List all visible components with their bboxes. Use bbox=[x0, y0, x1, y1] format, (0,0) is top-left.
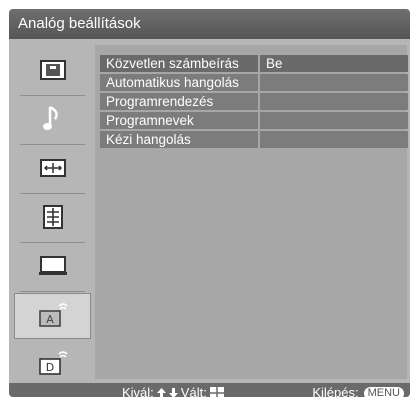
menu-row-value bbox=[260, 131, 408, 148]
menu-row-label: Automatikus hangolás bbox=[100, 74, 258, 91]
sidebar-item-digital[interactable]: D bbox=[14, 341, 91, 387]
list-icon bbox=[42, 205, 63, 229]
status-bar: Kivál: Vált: Kilépés: MENU bbox=[9, 383, 410, 397]
select-label: Kivál: bbox=[122, 385, 154, 397]
menu-row-auto-tuning[interactable]: Automatikus hangolás bbox=[100, 74, 408, 91]
arrow-down-icon bbox=[168, 388, 178, 397]
sidebar-item-setup[interactable] bbox=[14, 243, 91, 289]
menu-row-value bbox=[260, 74, 408, 91]
menu-row-label: Kézi hangolás bbox=[100, 131, 258, 148]
picture-icon bbox=[39, 60, 66, 80]
monitor-icon bbox=[38, 256, 67, 275]
menu-row-label: Közvetlen számbeírás bbox=[100, 55, 258, 72]
svg-text:A: A bbox=[46, 313, 54, 326]
menu-row-direct-number-entry[interactable]: Közvetlen számbeírás Be bbox=[100, 55, 408, 72]
sidebar: A D bbox=[14, 45, 91, 379]
arrow-up-icon bbox=[156, 388, 166, 397]
sidebar-item-screen[interactable] bbox=[14, 145, 91, 191]
music-note-icon bbox=[42, 105, 58, 130]
screen-format-icon bbox=[39, 159, 66, 177]
menu-row-value bbox=[260, 93, 408, 110]
navigation-hints: Kivál: Vált: bbox=[122, 383, 224, 397]
sidebar-item-sound[interactable] bbox=[14, 96, 91, 142]
exit-hint: Kilépés: MENU bbox=[312, 383, 404, 397]
menu-row-label: Programrendezés bbox=[100, 93, 258, 110]
sidebar-item-analog[interactable]: A bbox=[14, 293, 91, 339]
menu-row-program-names[interactable]: Programnevek bbox=[100, 112, 408, 129]
switch-label: Vált: bbox=[180, 385, 207, 397]
menu-panel: Közvetlen számbeírás Be Automatikus hang… bbox=[95, 45, 408, 379]
sidebar-item-features[interactable] bbox=[14, 194, 91, 240]
menu-row-label: Programnevek bbox=[100, 112, 258, 129]
analog-antenna-icon: A bbox=[38, 303, 68, 327]
analog-settings-screen: Analóg beállítások A D Közvetlen számbeí… bbox=[9, 9, 410, 397]
digital-antenna-icon: D bbox=[38, 351, 68, 375]
menu-row-program-sorting[interactable]: Programrendezés bbox=[100, 93, 408, 110]
dpad-icon bbox=[209, 387, 224, 397]
svg-text:D: D bbox=[45, 361, 53, 374]
exit-label: Kilépés: bbox=[312, 385, 359, 397]
menu-row-value: Be bbox=[260, 55, 408, 72]
page-title: Analóg beállítások bbox=[9, 9, 410, 39]
menu-row-manual-tuning[interactable]: Kézi hangolás bbox=[100, 131, 408, 148]
menu-button[interactable]: MENU bbox=[363, 386, 404, 397]
menu-row-value bbox=[260, 112, 408, 129]
sidebar-divider bbox=[20, 291, 85, 292]
sidebar-item-picture[interactable] bbox=[14, 47, 91, 93]
